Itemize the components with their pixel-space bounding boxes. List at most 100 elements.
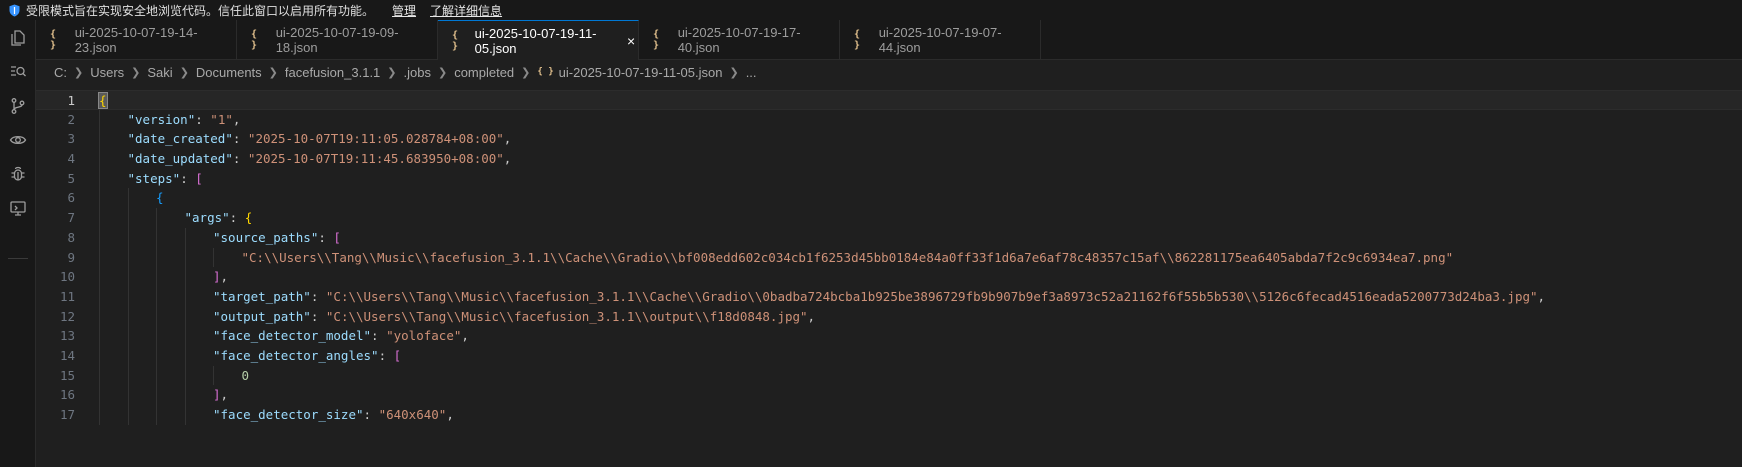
indent-guide: [184, 365, 186, 386]
code-token: "args": [184, 210, 230, 226]
code-token: :: [195, 111, 211, 127]
code-token: ,: [461, 328, 469, 344]
search-icon[interactable]: [6, 60, 30, 84]
breadcrumb-item-documents[interactable]: Documents: [196, 65, 262, 80]
breadcrumb-item-users[interactable]: Users: [90, 65, 124, 80]
code-token: "C:\\Users\\Tang\\Music\\facefusion_3.1.…: [325, 288, 1538, 304]
indent-guide: [99, 267, 100, 287]
code-token: {: [98, 92, 108, 109]
chevron-right-icon: ❯: [131, 66, 141, 79]
eye-icon[interactable]: [6, 128, 30, 152]
activity-separator: [8, 258, 28, 259]
code-token: {: [156, 190, 164, 206]
close-icon[interactable]: ×: [624, 33, 638, 49]
code-line[interactable]: 16],: [36, 385, 1742, 405]
code-token: :: [229, 210, 245, 226]
chevron-right-icon: ❯: [179, 66, 189, 79]
code-text: "C:\\Users\\Tang\\Music\\facefusion_3.1.…: [242, 248, 1454, 268]
line-number: 11: [59, 288, 75, 304]
code-line[interactable]: 3 "date_created": "2025-10-07T19:11:05.02…: [36, 129, 1742, 150]
tab-label: ui-2025-10-07-19-14-23.json: [74, 24, 198, 55]
indent-guide: [99, 188, 100, 209]
tab-ui-2025-10-07-19-11-05[interactable]: { } ui-2025-10-07-19-11-05.json ×: [438, 20, 639, 60]
breadcrumb-item-more[interactable]: ...: [746, 65, 757, 80]
code-line[interactable]: 14 "face_detector_angles": [: [36, 345, 1742, 366]
code-text: {: [98, 91, 108, 111]
tab-ui-2025-10-07-19-07-44[interactable]: { } ui-2025-10-07-19-07-44.json: [840, 20, 1041, 59]
source-control-icon[interactable]: [6, 94, 30, 118]
indent-guide: [156, 385, 157, 405]
breadcrumb-item-facefusion[interactable]: facefusion_3.1.1: [285, 65, 380, 80]
code-line[interactable]: 1{: [36, 90, 1742, 110]
breadcrumb-item-drive[interactable]: C:: [54, 65, 67, 80]
tab-ui-2025-10-07-19-09-18[interactable]: { } ui-2025-10-07-19-09-18.json: [237, 20, 438, 59]
explorer-icon[interactable]: [6, 26, 30, 50]
code-line[interactable]: 11 "target_path": "C:\\Users\\Tang\\Music…: [36, 286, 1742, 307]
line-number: 17: [59, 407, 75, 422]
editor-tabs: { } ui-2025-10-07-19-14-23.json { } ui-2…: [36, 20, 1742, 60]
code-text: 0: [242, 366, 250, 386]
indent-guide: [127, 208, 129, 228]
code-editor[interactable]: 1{2 "version": "1", 3 "date_created": "2025…: [36, 90, 1742, 467]
code-text: "date_updated": "2025-10-07T19:11:45.683…: [128, 149, 512, 169]
code-text: "target_path": "C:\\Users\\Tang\\Music\\…: [213, 287, 1545, 307]
code-line[interactable]: 15 0: [36, 365, 1742, 386]
json-file-icon: { }: [537, 67, 554, 77]
code-token: :: [232, 131, 248, 147]
indent-guide: [213, 247, 214, 268]
indent-guide: [127, 227, 129, 248]
indent-guide: [156, 345, 157, 366]
code-token: ,: [503, 151, 512, 167]
code-line[interactable]: 10],: [36, 267, 1742, 287]
tab-label: ui-2025-10-07-19-17-40.json: [677, 24, 801, 55]
code-line[interactable]: 6{: [36, 188, 1742, 209]
indent-guide: [184, 227, 186, 248]
banner-message: 受限模式旨在实现安全地浏览代码。信任此窗口以启用所有功能。: [26, 3, 375, 18]
learn-more-link[interactable]: 了解详细信息: [430, 2, 502, 19]
code-text: "face_detector_size": "640x640",: [213, 405, 454, 425]
code-line[interactable]: 13 "face_detector_model": "yoloface",: [36, 326, 1742, 346]
debug-icon[interactable]: [6, 162, 30, 186]
breadcrumb-item-completed[interactable]: completed: [454, 65, 514, 80]
indent-guide: [99, 129, 100, 150]
tab-ui-2025-10-07-19-17-40[interactable]: { } ui-2025-10-07-19-17-40.json: [639, 20, 840, 59]
remote-explorer-icon[interactable]: [6, 196, 30, 220]
indent-guide: [184, 345, 186, 366]
json-file-icon: { }: [251, 28, 258, 51]
code-text: "output_path": "C:\\Users\\Tang\\Music\\…: [213, 307, 815, 327]
code-token: [: [333, 229, 341, 245]
code-line[interactable]: 5 "steps": [: [36, 168, 1742, 189]
code-line[interactable]: 2 "version": "1",: [36, 109, 1742, 130]
indent-guide: [156, 405, 157, 425]
indent-guide: [127, 247, 129, 268]
code-token: "face_detector_model": [213, 328, 372, 344]
code-line[interactable]: 8 "source_paths": [: [36, 227, 1742, 248]
code-token: "C:\\Users\\Tang\\Music\\facefusion_3.1.…: [325, 308, 808, 324]
code-token: "1": [210, 111, 233, 127]
tab-ui-2025-10-07-19-14-23[interactable]: { } ui-2025-10-07-19-14-23.json: [36, 20, 237, 59]
code-token: :: [310, 308, 326, 324]
code-token: ,: [503, 131, 512, 147]
code-line[interactable]: 17 "face_detector_size": "640x640",: [36, 405, 1742, 425]
breadcrumb-item-jobs[interactable]: .jobs: [404, 65, 431, 80]
line-number: 4: [67, 151, 75, 167]
chevron-right-icon: ❯: [268, 66, 278, 79]
line-number: 2: [67, 111, 75, 127]
manage-link[interactable]: 管理: [392, 2, 416, 19]
code-token: "date_created": [127, 131, 233, 147]
line-number: 12: [59, 308, 75, 324]
indent-guide: [156, 267, 157, 287]
code-line[interactable]: 9 "C:\\Users\\Tang\\Music\\facefusion_3.1…: [36, 247, 1742, 268]
code-token: :: [318, 229, 334, 245]
code-text: ],: [213, 267, 228, 287]
breadcrumb-item-saki[interactable]: Saki: [147, 65, 172, 80]
line-number: 8: [67, 229, 75, 245]
code-line[interactable]: 12 "output_path": "C:\\Users\\Tang\\Music…: [36, 306, 1742, 327]
code-token: :: [378, 347, 394, 363]
code-line[interactable]: 4 "date_updated": "2025-10-07T19:11:45.68…: [36, 149, 1742, 169]
json-file-icon: { }: [50, 28, 57, 51]
breadcrumb-item-file[interactable]: ui-2025-10-07-19-11-05.json: [559, 65, 723, 80]
code-line[interactable]: 7 "args": {: [36, 208, 1742, 228]
indent-guide: [127, 326, 129, 346]
code-token: "target_path": [213, 288, 311, 304]
